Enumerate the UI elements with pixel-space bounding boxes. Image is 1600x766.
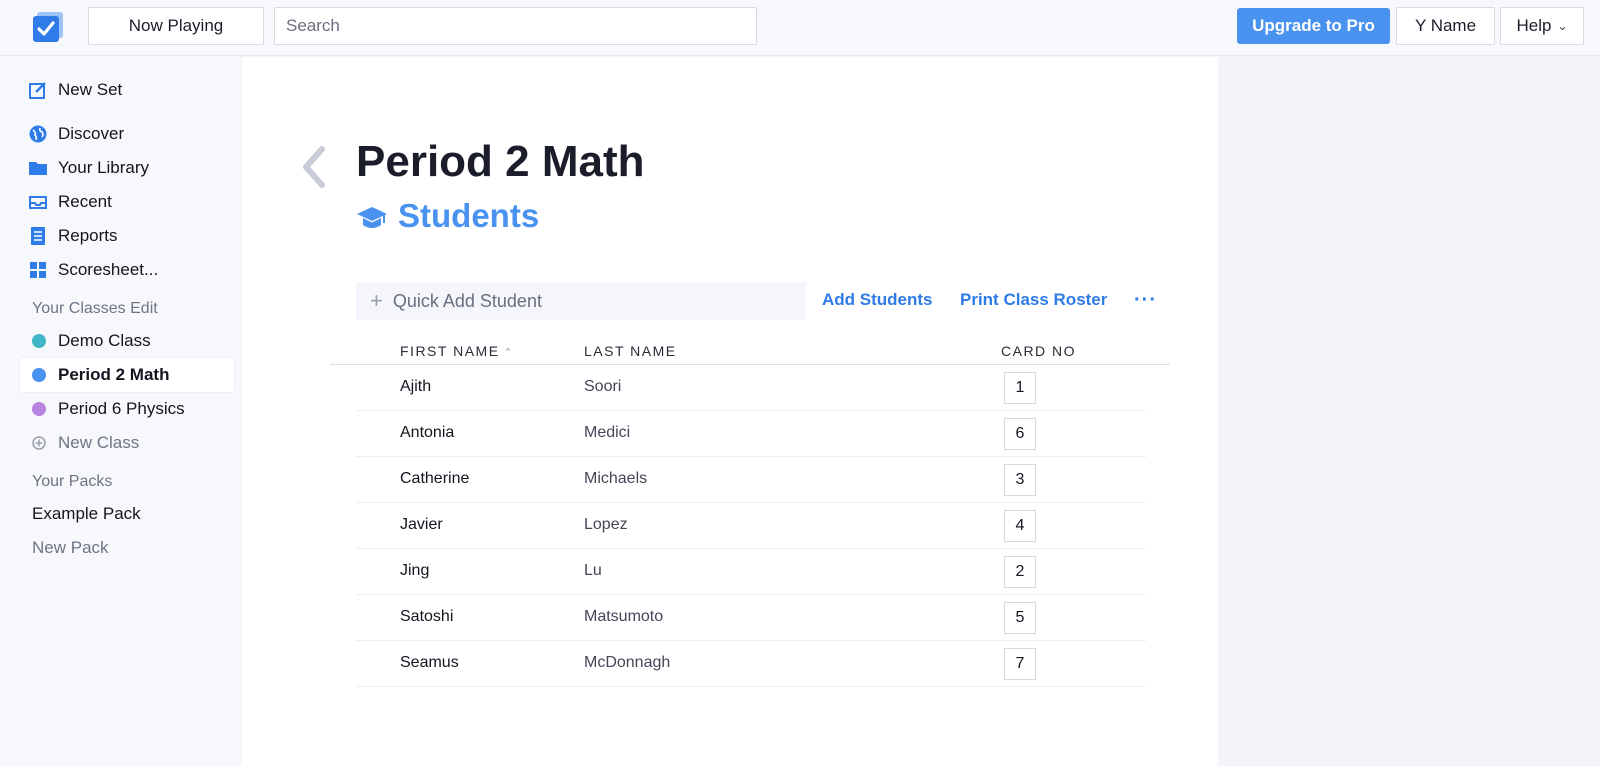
column-header-label: FIRST NAME	[400, 343, 500, 359]
column-header-last-name[interactable]: LAST NAME	[584, 343, 677, 359]
sidebar-item-recent[interactable]: Recent	[28, 189, 112, 215]
new-class-label: New Class	[58, 433, 140, 452]
section-title-label: Students	[398, 197, 540, 234]
sidebar-item-label: Discover	[58, 124, 125, 143]
sidebar-item-label: Scoresheet...	[58, 260, 159, 279]
sidebar-class-period-2-math[interactable]: Period 2 Math	[20, 358, 234, 392]
sidebar-class-period-6-physics[interactable]: Period 6 Physics	[20, 392, 234, 426]
table-row[interactable]: Catherine Michaels 3	[356, 457, 1146, 503]
card-number-field[interactable]: 1	[1004, 372, 1036, 404]
globe-icon	[28, 124, 48, 144]
first-name-cell: Antonia	[400, 424, 455, 441]
new-pack-button[interactable]: New Pack	[32, 538, 109, 558]
sidebar: New Set Discover Your Library Recent Rep…	[0, 56, 240, 766]
your-packs-label: Your Packs	[32, 473, 113, 490]
pack-item-example-pack[interactable]: Example Pack	[32, 504, 141, 524]
edit-icon	[28, 80, 48, 100]
now-playing-button[interactable]: Now Playing	[88, 7, 264, 45]
help-label: Help	[1516, 16, 1552, 35]
class-color-dot	[32, 334, 46, 348]
add-circle-icon	[32, 436, 46, 450]
quick-add-student-input[interactable]: + Quick Add Student	[356, 282, 806, 320]
first-name-cell: Satoshi	[400, 608, 454, 625]
card-number-field[interactable]: 3	[1004, 464, 1036, 496]
card-number-field[interactable]: 7	[1004, 648, 1036, 680]
sidebar-class-demo-class[interactable]: Demo Class	[20, 324, 234, 358]
table-row[interactable]: Satoshi Matsumoto 5	[356, 595, 1146, 641]
card-number-field[interactable]: 5	[1004, 602, 1036, 634]
class-color-dot	[32, 402, 46, 416]
quick-add-placeholder: Quick Add Student	[392, 290, 542, 311]
sidebar-item-label: Your Library	[58, 158, 150, 177]
last-name-cell: Soori	[584, 378, 622, 395]
last-name-cell: Matsumoto	[584, 608, 664, 625]
inbox-icon	[28, 192, 48, 212]
upgrade-button[interactable]: Upgrade to Pro	[1237, 8, 1390, 44]
section-title: Students	[356, 197, 539, 235]
first-name-cell: Javier	[400, 516, 443, 533]
sidebar-item-discover[interactable]: Discover	[28, 121, 124, 147]
class-label: Demo Class	[58, 331, 151, 350]
first-name-cell: Ajith	[400, 378, 432, 395]
graduation-cap-icon	[356, 202, 388, 230]
sidebar-item-label: Recent	[58, 192, 112, 211]
app-logo-icon[interactable]	[30, 10, 66, 44]
last-name-cell: Medici	[584, 424, 631, 441]
folder-icon	[28, 158, 48, 178]
last-name-cell: Lu	[584, 562, 602, 579]
table-row[interactable]: Antonia Medici 6	[356, 411, 1146, 457]
last-name-cell: McDonnagh	[584, 654, 671, 671]
user-menu-button[interactable]: Y Name	[1396, 7, 1495, 45]
first-name-cell: Seamus	[400, 654, 459, 671]
table-row[interactable]: Seamus McDonnagh 7	[356, 641, 1146, 687]
main-panel: Period 2 Math Students + Quick Add Stude…	[242, 57, 1218, 766]
card-number-field[interactable]: 6	[1004, 418, 1036, 450]
grid-icon	[28, 260, 48, 280]
sidebar-item-new-set[interactable]: New Set	[28, 77, 122, 103]
sidebar-item-scoresheet[interactable]: Scoresheet...	[28, 257, 158, 283]
search-input[interactable]	[274, 7, 757, 45]
table-row[interactable]: Ajith Soori 1	[356, 365, 1146, 411]
plus-icon: +	[370, 288, 383, 313]
table-row[interactable]: Javier Lopez 4	[356, 503, 1146, 549]
new-class-button[interactable]: New Class	[20, 426, 234, 460]
first-name-cell: Catherine	[400, 470, 470, 487]
column-header-card-no[interactable]: CARD NO	[1001, 343, 1076, 359]
document-icon	[28, 226, 48, 246]
first-name-cell: Jing	[400, 562, 430, 579]
sidebar-item-label: New Set	[58, 80, 123, 99]
column-header-first-name[interactable]: FIRST NAME ⌃	[400, 343, 514, 359]
more-options-icon[interactable]: ···	[1134, 289, 1157, 312]
class-label: Period 6 Physics	[58, 399, 185, 418]
sidebar-item-reports[interactable]: Reports	[28, 223, 118, 249]
print-class-roster-link[interactable]: Print Class Roster	[960, 290, 1107, 310]
table-row[interactable]: Jing Lu 2	[356, 549, 1146, 595]
sidebar-item-label: Reports	[58, 226, 118, 245]
card-number-field[interactable]: 2	[1004, 556, 1036, 588]
page-title: Period 2 Math	[356, 137, 645, 186]
add-students-link[interactable]: Add Students	[822, 290, 933, 310]
card-number-field[interactable]: 4	[1004, 510, 1036, 542]
back-arrow-icon[interactable]	[300, 145, 328, 189]
class-color-dot	[32, 368, 46, 382]
chevron-down-icon: ⌄	[1557, 19, 1568, 33]
sidebar-item-your-library[interactable]: Your Library	[28, 155, 149, 181]
help-button[interactable]: Help ⌄	[1500, 7, 1584, 45]
your-classes-label[interactable]: Your Classes Edit	[32, 300, 158, 318]
top-bar: Now Playing Upgrade to Pro Y Name Help ⌄	[0, 0, 1600, 56]
last-name-cell: Lopez	[584, 516, 628, 533]
last-name-cell: Michaels	[584, 470, 648, 487]
class-label: Period 2 Math	[58, 365, 170, 384]
sort-ascending-icon: ⌃	[503, 347, 515, 359]
